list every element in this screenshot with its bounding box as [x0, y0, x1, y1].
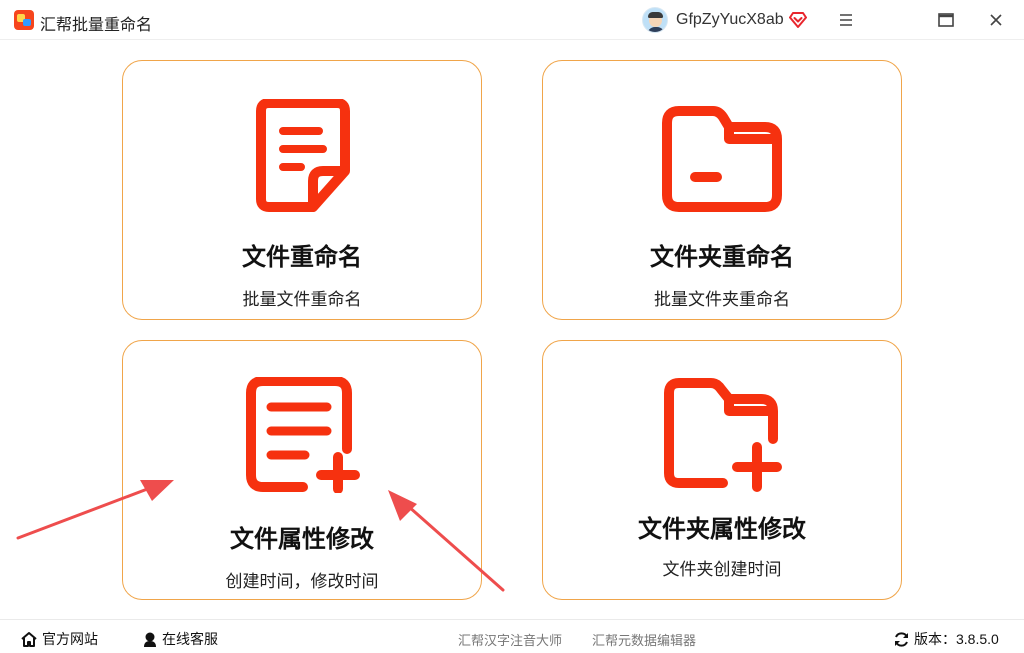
vip-diamond-icon[interactable] — [789, 11, 807, 29]
footer-bar: 官方网站 在线客服 汇帮汉字注音大师 汇帮元数据编辑器 版本：3.8.5.0 — [0, 619, 1024, 653]
card-title: 文件重命名 — [242, 244, 362, 271]
card-title: 文件夹属性修改 — [638, 516, 806, 543]
card-subtitle: 文件夹创建时间 — [662, 560, 782, 579]
card-file-attribute-edit[interactable]: 文件属性修改 创建时间，修改时间 — [122, 340, 482, 600]
card-title: 文件属性修改 — [230, 526, 374, 553]
card-subtitle: 批量文件夹重命名 — [654, 290, 790, 309]
online-support-link[interactable]: 在线客服 — [142, 629, 218, 649]
file-document-icon — [256, 99, 350, 212]
online-support-label: 在线客服 — [162, 631, 218, 647]
version-label: 版本：3.8.5.0 — [914, 631, 999, 647]
title-bar: 汇帮批量重命名 GfpZyYucX8ab — [0, 0, 1024, 40]
close-icon[interactable] — [984, 8, 1008, 32]
app-logo-icon — [14, 10, 34, 30]
version-info[interactable]: 版本：3.8.5.0 — [893, 629, 999, 649]
metadata-editor-link[interactable]: 汇帮元数据编辑器 — [592, 630, 696, 649]
username[interactable]: GfpZyYucX8ab — [676, 11, 784, 29]
menu-icon[interactable] — [834, 8, 858, 32]
maximize-icon[interactable] — [934, 8, 958, 32]
card-file-rename[interactable]: 文件重命名 批量文件重命名 — [122, 60, 482, 320]
official-website-link[interactable]: 官方网站 — [20, 629, 98, 649]
file-edit-add-icon — [246, 377, 360, 493]
user-avatar[interactable] — [642, 7, 668, 33]
folder-add-icon — [664, 378, 782, 492]
card-title: 文件夹重命名 — [650, 244, 794, 271]
home-icon — [21, 632, 37, 647]
card-subtitle: 批量文件重命名 — [242, 290, 362, 309]
customer-service-icon — [144, 632, 156, 647]
hanzi-pinyin-link[interactable]: 汇帮汉字注音大师 — [458, 630, 562, 649]
app-title: 汇帮批量重命名 — [40, 17, 153, 34]
card-folder-attribute-edit[interactable]: 文件夹属性修改 文件夹创建时间 — [542, 340, 902, 600]
refresh-icon — [895, 631, 908, 647]
official-website-label: 官方网站 — [42, 631, 98, 647]
card-folder-rename[interactable]: 文件夹重命名 批量文件夹重命名 — [542, 60, 902, 320]
folder-icon — [662, 106, 782, 212]
card-subtitle: 创建时间，修改时间 — [225, 572, 379, 591]
